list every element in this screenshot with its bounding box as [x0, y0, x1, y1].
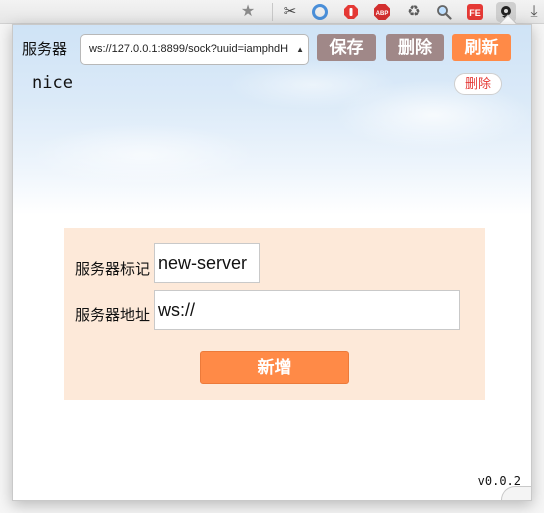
refresh-button[interactable]: 刷新 — [452, 34, 511, 61]
svg-text:FE: FE — [469, 8, 481, 18]
extension-popup: 服务器 ws://127.0.0.1:8899/sock?uuid=iamphd… — [12, 24, 532, 501]
select-arrows-icon: ▲▼ — [296, 45, 304, 54]
server-toolbar: 服务器 ws://127.0.0.1:8899/sock?uuid=iamphd… — [13, 25, 531, 71]
svg-text:ABP: ABP — [376, 11, 389, 17]
recycle-icon[interactable]: ♻ — [404, 2, 424, 22]
add-server-button[interactable]: 新增 — [200, 351, 349, 384]
server-label: 服务器 — [22, 41, 68, 58]
delete-button[interactable]: 删除 — [386, 34, 444, 61]
bookmark-star-icon[interactable]: ★ — [238, 2, 258, 22]
delete-current-button[interactable]: 删除 — [454, 73, 502, 95]
add-server-form: 服务器标记 new-server 服务器地址 ws:// 新增 — [64, 228, 485, 400]
cut-icon[interactable]: ✂ — [280, 2, 300, 22]
browser-toolbar: ★ ✂ ABP ♻ FE ⤓ — [0, 0, 544, 24]
server-name-label: 服务器标记 — [75, 261, 151, 278]
stop-extension-icon[interactable] — [341, 2, 361, 22]
toolbar-separator — [272, 3, 273, 21]
server-address-input[interactable]: ws:// — [154, 290, 460, 330]
server-address-label: 服务器地址 — [75, 307, 151, 324]
current-server-name: nice — [32, 73, 73, 93]
server-name-input[interactable]: new-server — [154, 243, 260, 283]
fe-icon[interactable]: FE — [465, 2, 485, 22]
resize-grip[interactable] — [501, 486, 531, 500]
download-icon[interactable]: ⤓ — [524, 2, 544, 22]
circle-extension-icon[interactable] — [310, 2, 330, 22]
abp-icon[interactable]: ABP — [372, 2, 392, 22]
magnifier-icon[interactable] — [434, 2, 454, 22]
server-select-value: ws://127.0.0.1:8899/sock?uuid=iamphdH — [89, 43, 289, 55]
server-select[interactable]: ws://127.0.0.1:8899/sock?uuid=iamphdH ▲▼ — [80, 34, 309, 65]
save-button[interactable]: 保存 — [317, 34, 376, 61]
